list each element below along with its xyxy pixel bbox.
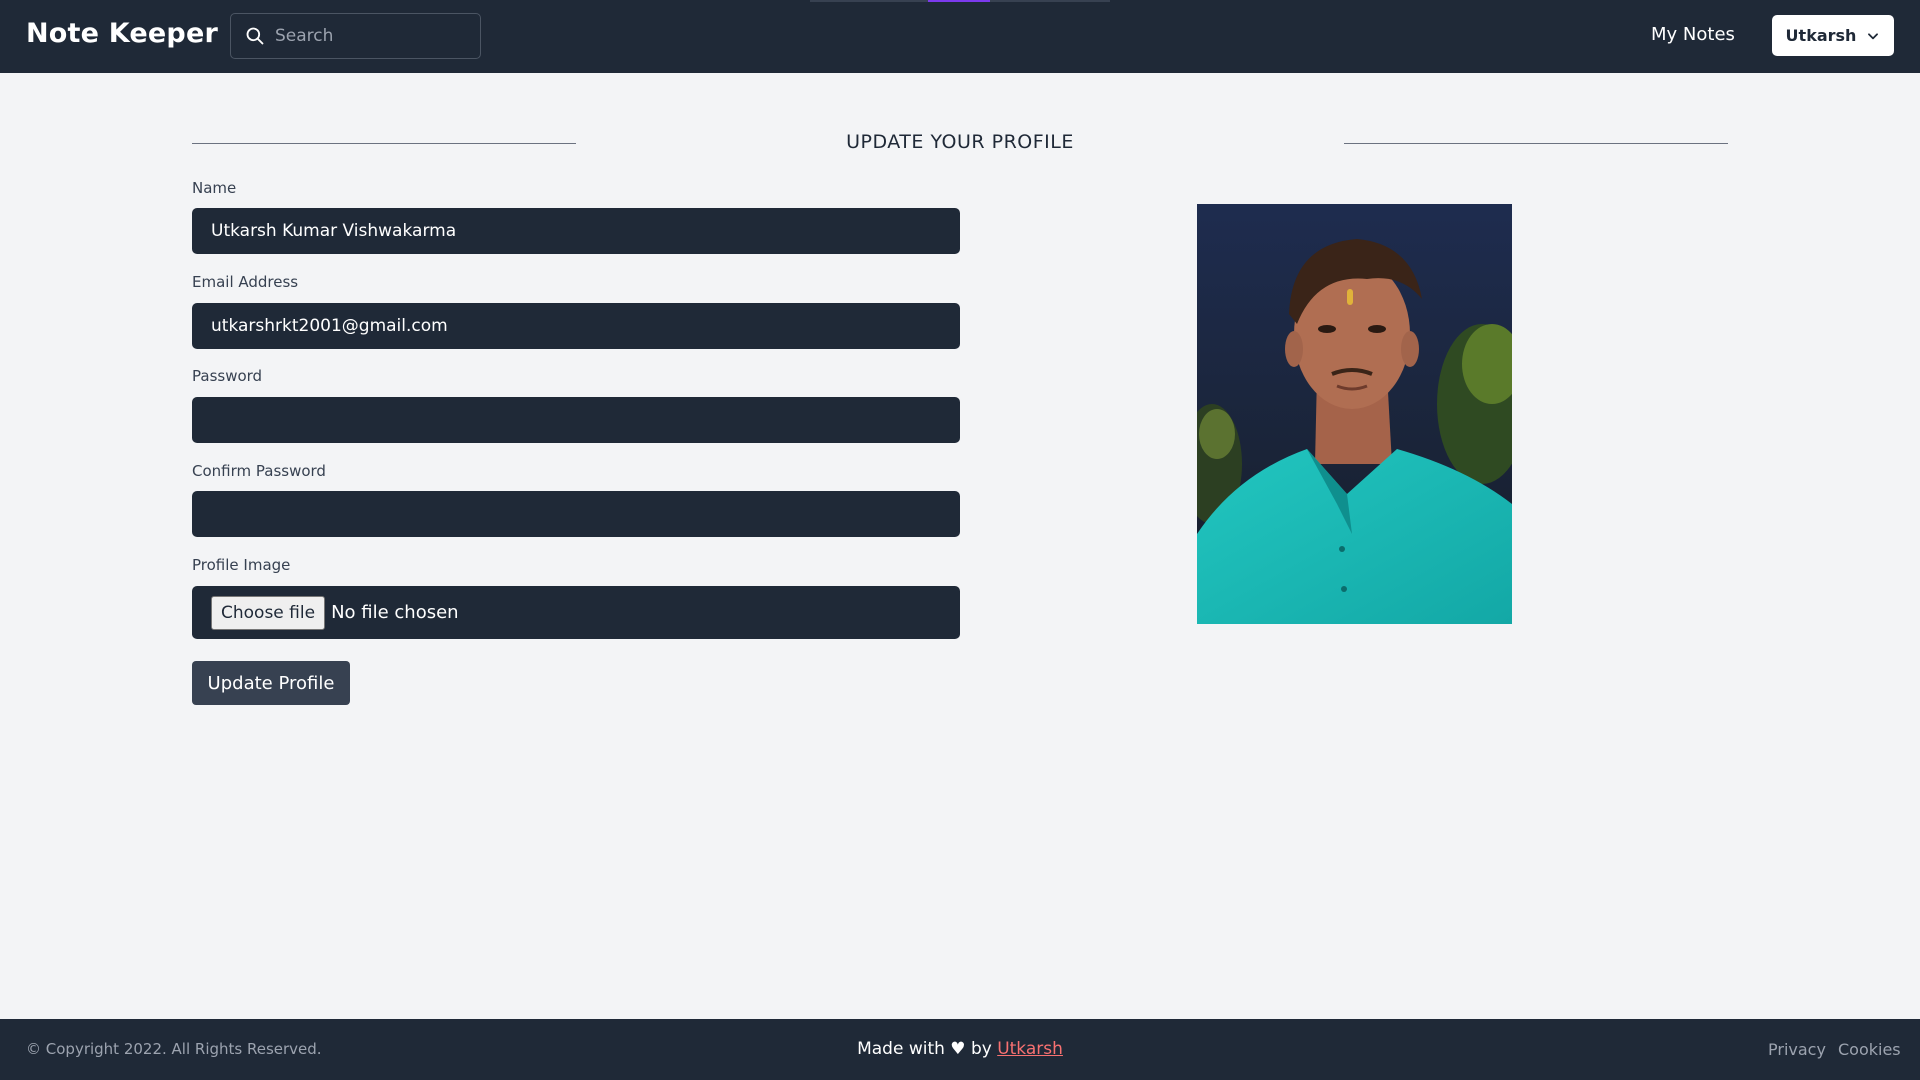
- file-status-text: No file chosen: [331, 602, 459, 623]
- made-with-prefix: Made with ♥ by: [857, 1039, 998, 1059]
- name-field[interactable]: [192, 208, 960, 254]
- choose-file-button[interactable]: Choose file: [211, 595, 326, 630]
- confirm-password-label: Confirm Password: [192, 462, 326, 480]
- profile-picture: [1197, 204, 1512, 624]
- search-box[interactable]: [230, 13, 481, 59]
- user-menu-button[interactable]: Utkarsh: [1772, 15, 1894, 56]
- cookies-link[interactable]: Cookies: [1838, 1040, 1901, 1059]
- password-field[interactable]: [192, 397, 960, 443]
- page-title: UPDATE YOUR PROFILE: [846, 131, 1074, 153]
- name-label: Name: [192, 179, 237, 197]
- title-divider-left: [192, 143, 576, 144]
- brand-logo[interactable]: Note Keeper: [26, 18, 218, 49]
- profile-image-file-input[interactable]: Choose file No file chosen: [192, 586, 960, 639]
- top-navbar: Note Keeper My Notes Utkarsh: [0, 0, 1920, 73]
- author-link[interactable]: Utkarsh: [997, 1039, 1063, 1059]
- privacy-link[interactable]: Privacy: [1768, 1040, 1826, 1059]
- confirm-password-field[interactable]: [192, 491, 960, 537]
- nav-link-my-notes[interactable]: My Notes: [1651, 24, 1735, 45]
- top-accent-highlight: [928, 0, 990, 2]
- update-profile-button[interactable]: Update Profile: [192, 661, 350, 705]
- chevron-down-icon: [1868, 32, 1879, 39]
- search-input[interactable]: [275, 26, 465, 46]
- email-field[interactable]: [192, 303, 960, 349]
- user-menu-label: Utkarsh: [1785, 26, 1857, 45]
- profile-image-label: Profile Image: [192, 556, 291, 574]
- profile-photo-image: [1197, 204, 1512, 624]
- title-divider-right: [1344, 143, 1728, 144]
- email-label: Email Address: [192, 273, 299, 291]
- password-label: Password: [192, 367, 263, 385]
- footer: © Copyright 2022. All Rights Reserved. M…: [0, 1019, 1920, 1080]
- made-with-text: Made with ♥ by Utkarsh: [0, 1039, 1920, 1059]
- search-icon: [246, 27, 264, 45]
